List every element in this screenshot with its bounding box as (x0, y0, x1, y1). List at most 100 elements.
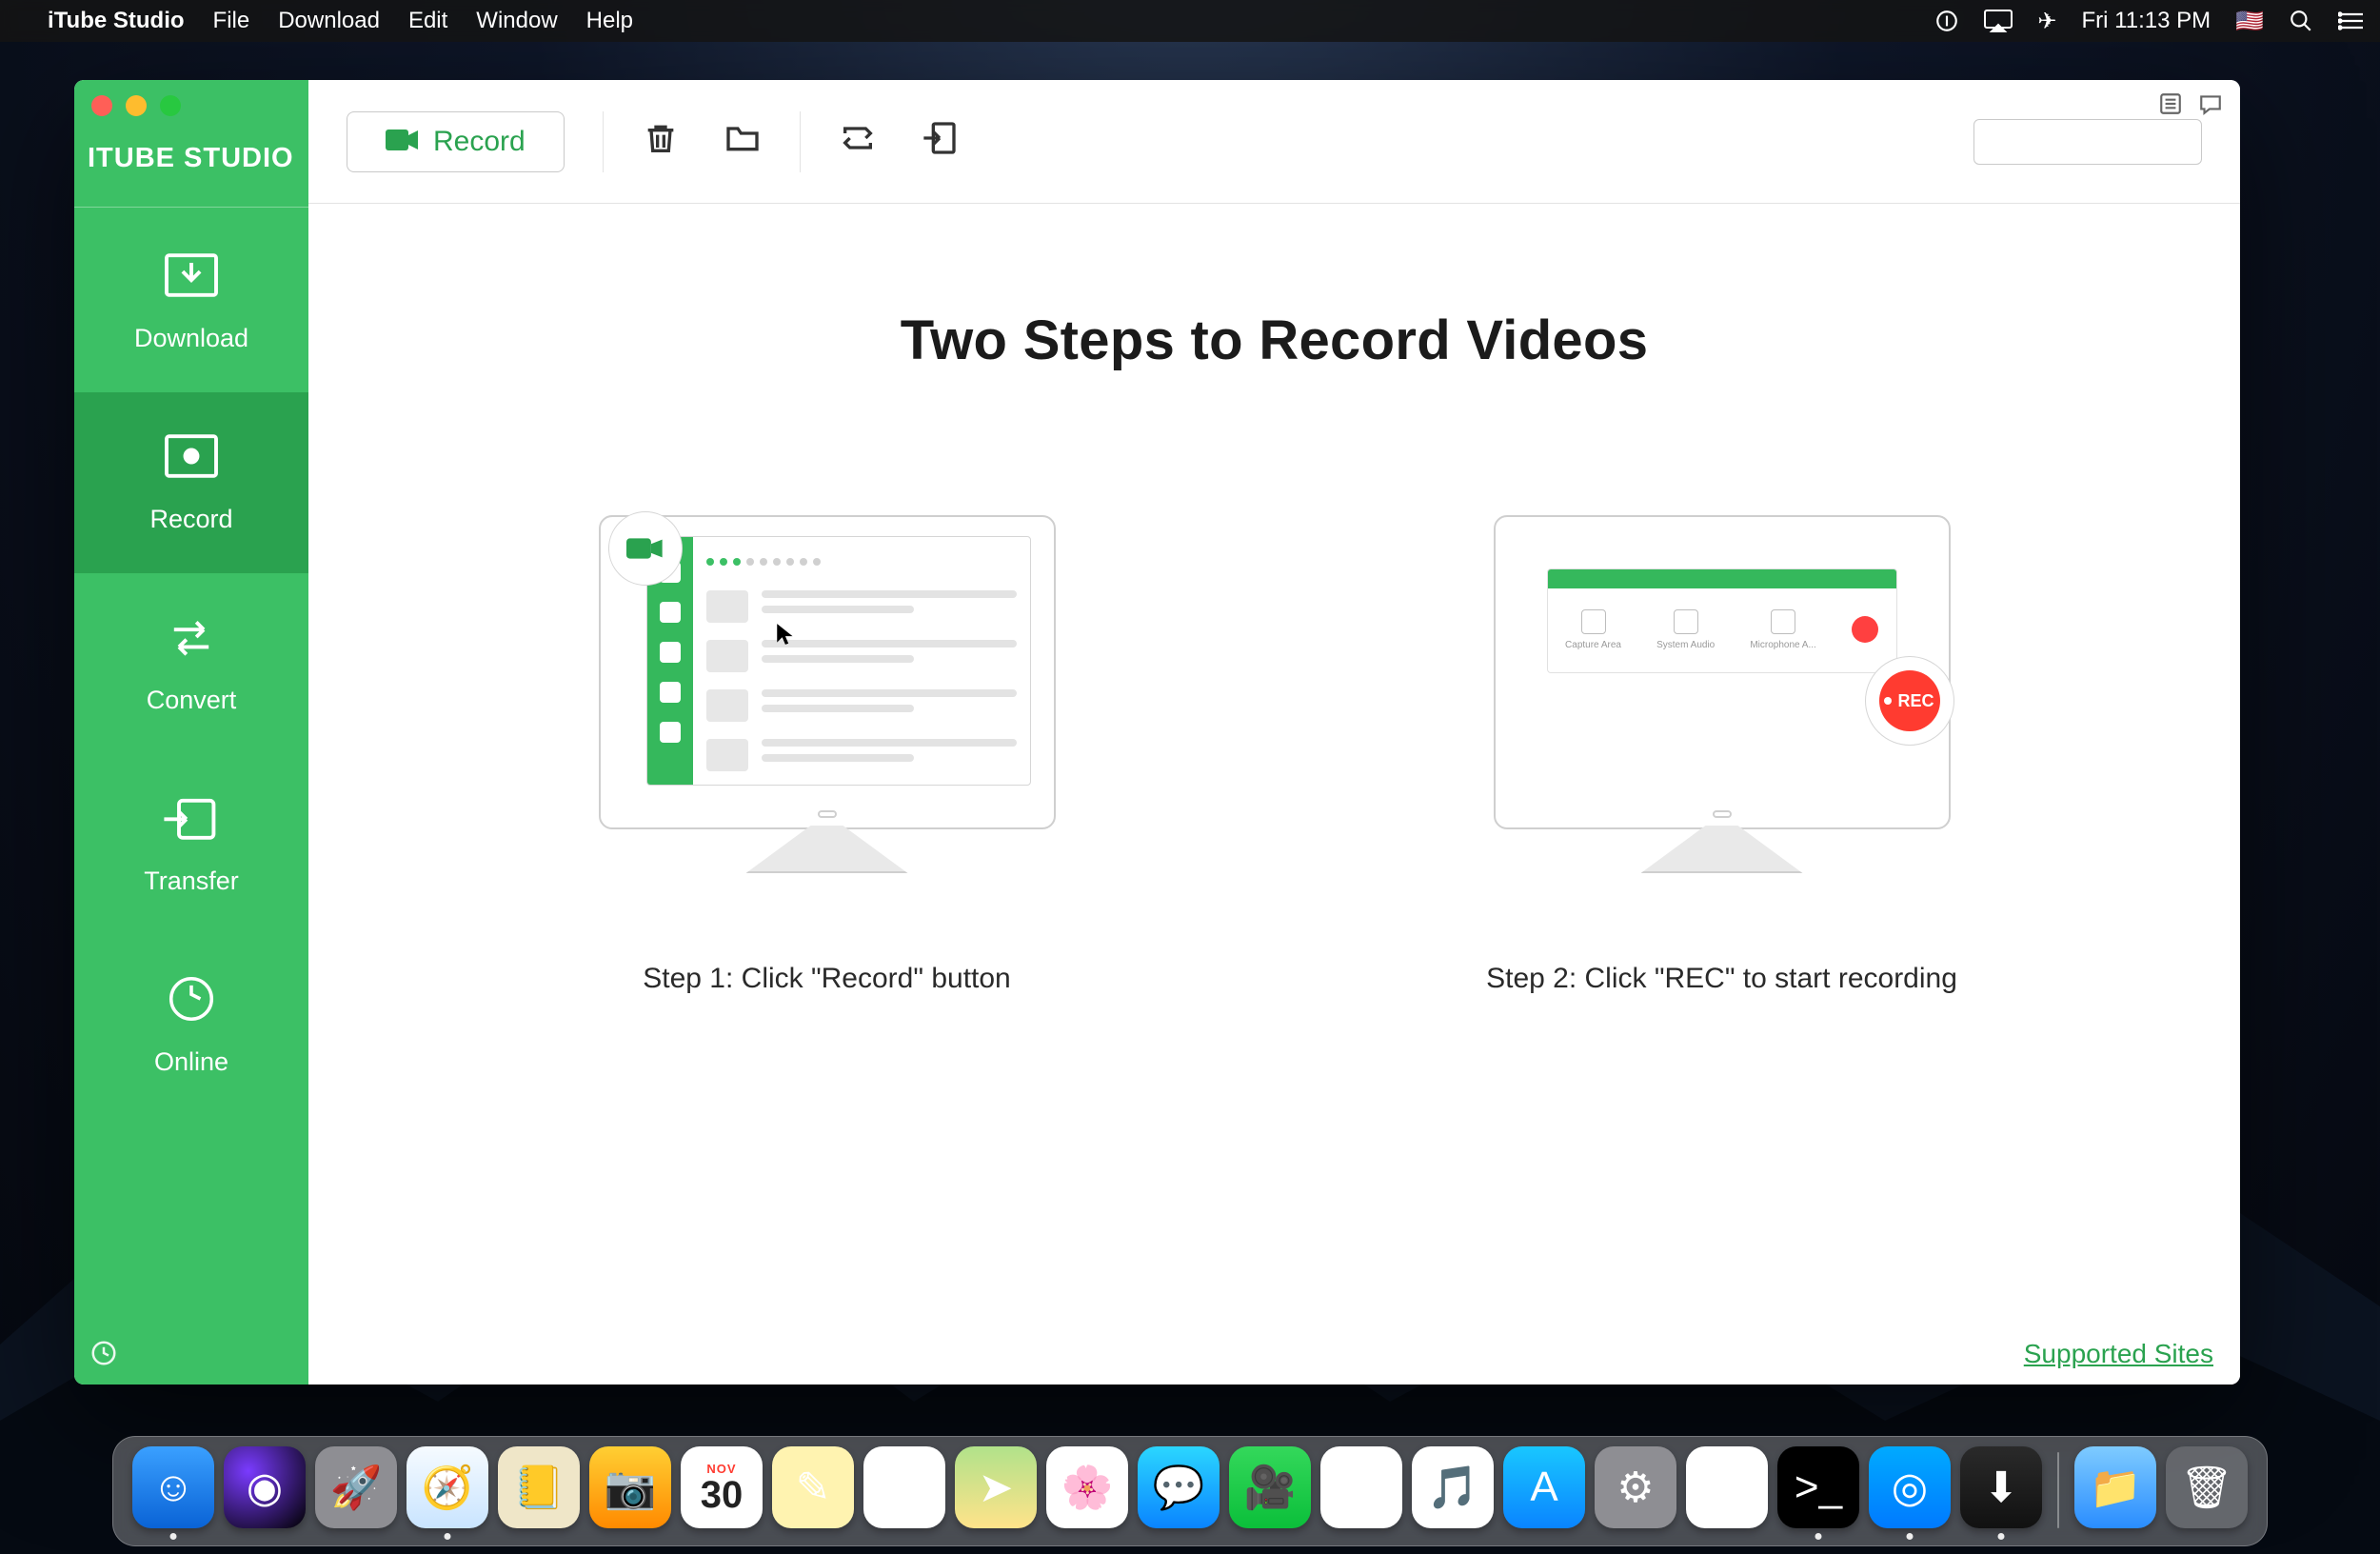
dock-app-trash[interactable]: 🗑 (2166, 1446, 2248, 1528)
sidebar-item-online[interactable]: Online (74, 935, 308, 1116)
convert-icon (161, 612, 222, 668)
import-icon[interactable] (921, 119, 959, 164)
toolbar-separator (603, 111, 604, 172)
sidebar-item-label: Convert (147, 686, 237, 715)
sidebar: ITUBE STUDIO Download Record Convert Tra (74, 80, 308, 1385)
menubar-item-edit[interactable]: Edit (408, 8, 447, 34)
trash-icon[interactable] (642, 119, 680, 164)
step1-record-bubble-icon (608, 511, 683, 586)
dock: ☺◉🚀🧭📒📷NOV30✎☰➤🌸💬🎥N🎵A⚙U>_◎⬇ 📁🗑 (112, 1436, 2268, 1546)
macos-menubar: iTube Studio File Download Edit Window H… (0, 0, 2380, 42)
sidebar-footer (74, 1327, 308, 1385)
menubar-app-name[interactable]: iTube Studio (48, 8, 185, 34)
content-area: Two Steps to Record Videos (308, 204, 2240, 1385)
main-area: Record (308, 80, 2240, 1385)
app-logo-text: ITUBE STUDIO (74, 124, 308, 207)
window-traffic-lights (74, 80, 308, 124)
dock-app-maps[interactable]: ➤ (955, 1446, 1037, 1528)
dock-app-contacts[interactable]: 📒 (498, 1446, 580, 1528)
transfer-icon (161, 793, 222, 849)
video-camera-icon (386, 126, 418, 158)
step2-rec-bubble: REC (1865, 656, 1954, 746)
dock-app-photobooth[interactable]: 📷 (589, 1446, 671, 1528)
menubar-clock[interactable]: Fri 11:13 PM (2082, 8, 2211, 34)
dock-app-downloader[interactable]: ⬇ (1960, 1446, 2042, 1528)
dock-app-music[interactable]: 🎵 (1412, 1446, 1494, 1528)
sidebar-item-label: Online (154, 1047, 228, 1077)
sidebar-item-download[interactable]: Download (74, 211, 308, 392)
step2-opt-label: Capture Area (1565, 640, 1621, 650)
dock-app-downloads-stack[interactable]: 📁 (2074, 1446, 2156, 1528)
sidebar-item-label: Download (134, 324, 248, 353)
sidebar-item-convert[interactable]: Convert (74, 573, 308, 754)
close-window-button[interactable] (91, 95, 112, 116)
page-headline: Two Steps to Record Videos (308, 309, 2240, 372)
dock-app-sysprefs[interactable]: ⚙ (1595, 1446, 1676, 1528)
dock-app-messages[interactable]: 💬 (1138, 1446, 1220, 1528)
dock-app-siri[interactable]: ◉ (224, 1446, 306, 1528)
dock-app-appstore[interactable]: A (1503, 1446, 1585, 1528)
step-1: Step 1: Click "Record" button (580, 515, 1075, 995)
dock-app-launchpad[interactable]: 🚀 (315, 1446, 397, 1528)
dock-app-calendar[interactable]: NOV30 (681, 1446, 763, 1528)
steps-row: Step 1: Click "Record" button Capture Ar… (308, 515, 2240, 995)
toolbar-group-2 (839, 119, 959, 164)
dock-app-finder[interactable]: ☺ (132, 1446, 214, 1528)
titlebar-right-icons (2158, 91, 2223, 123)
dock-app-facetime[interactable]: 🎥 (1229, 1446, 1311, 1528)
folder-icon[interactable] (724, 119, 762, 164)
dock-divider (2057, 1452, 2059, 1528)
search-input[interactable] (1973, 119, 2202, 165)
queue-icon[interactable] (2158, 91, 2183, 123)
sidebar-item-transfer[interactable]: Transfer (74, 754, 308, 935)
history-icon[interactable] (89, 1339, 118, 1374)
step1-illustration (599, 515, 1056, 829)
toolbar-group-1 (642, 119, 762, 164)
airplay-icon[interactable] (1984, 10, 2013, 32)
app-window: ITUBE STUDIO Download Record Convert Tra (74, 80, 2240, 1385)
menubar-item-help[interactable]: Help (586, 8, 633, 34)
spotlight-search-icon[interactable] (2289, 9, 2313, 33)
rec-badge-label: REC (1897, 691, 1934, 711)
dock-app-photos[interactable]: 🌸 (1046, 1446, 1128, 1528)
step-2: Capture Area System Audio Microphone A..… (1475, 515, 1970, 995)
status-circle-icon[interactable] (1934, 9, 1959, 33)
step2-caption: Step 2: Click "REC" to start recording (1486, 963, 1957, 995)
sidebar-item-label: Record (149, 505, 232, 534)
download-icon (161, 250, 222, 307)
minimize-window-button[interactable] (126, 95, 147, 116)
globe-icon (161, 974, 222, 1030)
repeat-icon[interactable] (839, 119, 877, 164)
menubar-item-download[interactable]: Download (278, 8, 380, 34)
record-button[interactable]: Record (347, 111, 565, 172)
status-plane-icon[interactable]: ✈︎ (2037, 8, 2056, 35)
dock-app-u-app[interactable]: U (1686, 1446, 1768, 1528)
menubar-item-file[interactable]: File (213, 8, 250, 34)
record-icon (161, 431, 222, 488)
dock-app-ring-app[interactable]: ◎ (1869, 1446, 1951, 1528)
maximize-window-button[interactable] (160, 95, 181, 116)
rec-badge: REC (1879, 670, 1940, 731)
dock-app-news[interactable]: N (1320, 1446, 1402, 1528)
calendar-day: 30 (701, 1476, 744, 1514)
dock-app-reminders[interactable]: ☰ (863, 1446, 945, 1528)
dock-app-safari[interactable]: 🧭 (407, 1446, 488, 1528)
toolbar-separator (800, 111, 801, 172)
sidebar-item-record[interactable]: Record (74, 392, 308, 573)
sidebar-divider (74, 207, 308, 208)
dock-app-terminal[interactable]: >_ (1777, 1446, 1859, 1528)
step1-caption: Step 1: Click "Record" button (643, 963, 1010, 995)
feedback-icon[interactable] (2198, 91, 2223, 123)
step2-opt-label: System Audio (1656, 640, 1715, 650)
record-button-label: Record (433, 126, 526, 158)
menubar-item-window[interactable]: Window (476, 8, 557, 34)
step2-opt-label: Microphone A... (1750, 640, 1815, 650)
toolbar: Record (308, 80, 2240, 204)
menubar-flag-icon[interactable]: 🇺🇸 (2235, 8, 2264, 35)
cursor-icon (774, 622, 799, 653)
step2-illustration: Capture Area System Audio Microphone A..… (1494, 515, 1951, 829)
supported-sites-link[interactable]: Supported Sites (2024, 1339, 2213, 1369)
dock-app-notes[interactable]: ✎ (772, 1446, 854, 1528)
notification-center-icon[interactable] (2338, 10, 2365, 31)
sidebar-item-label: Transfer (144, 867, 239, 896)
